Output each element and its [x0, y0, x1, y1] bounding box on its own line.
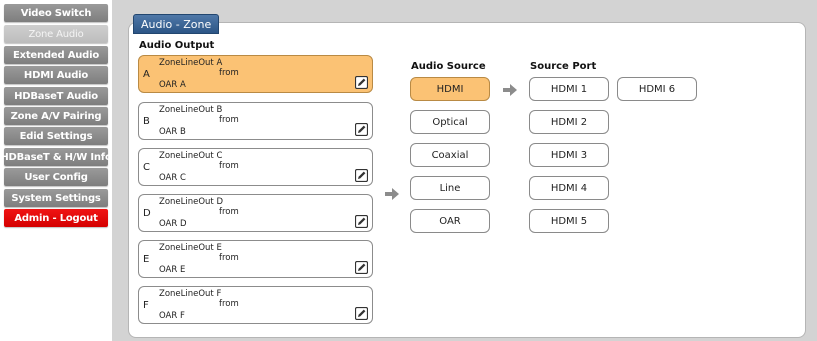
nav-hdbaset-hw-info[interactable]: HDBaseT & H/W Info [0, 148, 112, 166]
audio-source-heading: Audio Source [411, 61, 486, 72]
audio-output-heading: Audio Output [139, 40, 215, 51]
zone-c[interactable]: ZoneLineOut C C from OAR C [138, 148, 373, 186]
nav-system-settings[interactable]: System Settings [4, 189, 108, 207]
nav-admin-logout[interactable]: Admin - Logout [4, 209, 108, 227]
zone-source: OAR A [159, 80, 186, 90]
zone-from: from [219, 207, 239, 217]
nav-hdbaset-audio[interactable]: HDBaseT Audio [4, 87, 108, 105]
nav-edid-settings[interactable]: Edid Settings [4, 127, 108, 145]
panel-title-tab: Audio - Zone [133, 14, 219, 34]
source-port-heading: Source Port [530, 61, 597, 72]
nav-zone-av-pairing[interactable]: Zone A/V Pairing [4, 107, 108, 125]
edit-icon[interactable] [355, 215, 368, 228]
nav-video-switch[interactable]: Video Switch [4, 4, 108, 22]
zone-letter: E [143, 254, 150, 265]
sidebar: Video Switch Zone Audio Extended Audio H… [0, 0, 112, 341]
edit-icon[interactable] [355, 123, 368, 136]
port-hdmi-2-button[interactable]: HDMI 2 [529, 110, 609, 134]
source-line-button[interactable]: Line [410, 176, 490, 200]
nav-extended-audio[interactable]: Extended Audio [4, 46, 108, 64]
edit-icon[interactable] [355, 307, 368, 320]
port-hdmi-3-button[interactable]: HDMI 3 [529, 143, 609, 167]
zone-source: OAR B [159, 127, 186, 137]
zone-from: from [219, 68, 239, 78]
zone-name: ZoneLineOut F [159, 289, 222, 299]
zone-name: ZoneLineOut C [159, 151, 223, 161]
source-hdmi-button[interactable]: HDMI [410, 77, 490, 101]
arrow-right-icon [385, 188, 399, 200]
zone-letter: A [143, 69, 150, 80]
zone-name: ZoneLineOut E [159, 243, 222, 253]
nav-user-config[interactable]: User Config [4, 168, 108, 186]
zone-name: ZoneLineOut B [159, 105, 223, 115]
zone-from: from [219, 161, 239, 171]
zone-from: from [219, 115, 239, 125]
edit-icon[interactable] [355, 76, 368, 89]
edit-icon[interactable] [355, 169, 368, 182]
source-oar-button[interactable]: OAR [410, 209, 490, 233]
zone-source: OAR D [159, 219, 187, 229]
zone-from: from [219, 253, 239, 263]
source-optical-button[interactable]: Optical [410, 110, 490, 134]
zone-a[interactable]: ZoneLineOut A A from OAR A [138, 55, 373, 93]
zone-letter: F [143, 300, 149, 311]
zone-name: ZoneLineOut A [159, 58, 223, 68]
port-hdmi-1-button[interactable]: HDMI 1 [529, 77, 609, 101]
zone-d[interactable]: ZoneLineOut D D from OAR D [138, 194, 373, 232]
zone-source: OAR C [159, 173, 186, 183]
zone-b[interactable]: ZoneLineOut B B from OAR B [138, 102, 373, 140]
zone-letter: B [143, 116, 150, 127]
port-hdmi-5-button[interactable]: HDMI 5 [529, 209, 609, 233]
zone-letter: C [143, 162, 150, 173]
source-coaxial-button[interactable]: Coaxial [410, 143, 490, 167]
zone-f[interactable]: ZoneLineOut F F from OAR F [138, 286, 373, 324]
zone-e[interactable]: ZoneLineOut E E from OAR E [138, 240, 373, 278]
zone-letter: D [143, 208, 151, 219]
nav-zone-audio[interactable]: Zone Audio [4, 25, 108, 43]
zone-from: from [219, 299, 239, 309]
zone-name: ZoneLineOut D [159, 197, 224, 207]
zone-source: OAR E [159, 265, 186, 275]
arrow-right-icon [503, 84, 517, 96]
zone-source: OAR F [159, 311, 185, 321]
nav-hdmi-audio[interactable]: HDMI Audio [4, 66, 108, 84]
port-hdmi-6-button[interactable]: HDMI 6 [617, 77, 697, 101]
port-hdmi-4-button[interactable]: HDMI 4 [529, 176, 609, 200]
edit-icon[interactable] [355, 261, 368, 274]
